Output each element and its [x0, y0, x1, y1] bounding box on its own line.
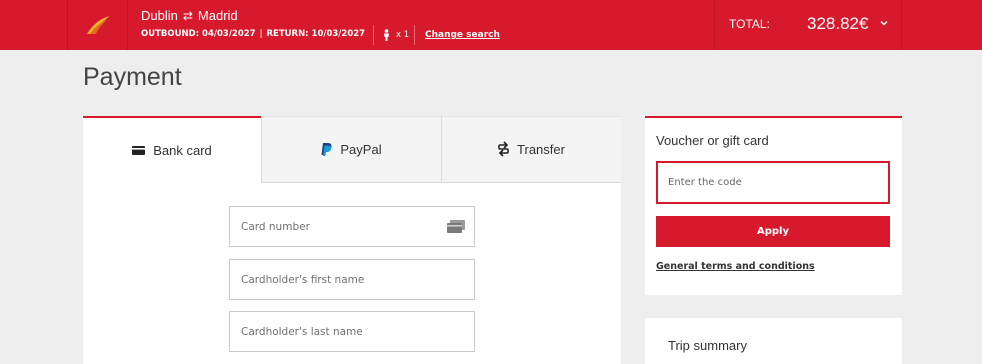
voucher-code-input[interactable]: [658, 163, 888, 202]
voucher-panel: Voucher or gift card Apply General terms…: [645, 116, 902, 295]
total-label: TOTAL:: [729, 17, 770, 31]
trip-summary-title: Trip summary: [668, 338, 747, 353]
last-name-field[interactable]: [229, 311, 475, 352]
paypal-icon: [321, 143, 332, 156]
date-separator: |: [259, 29, 263, 39]
chevron-down-icon: [880, 20, 888, 26]
voucher-code-field[interactable]: [656, 161, 890, 204]
credit-card-icon: [132, 146, 146, 155]
first-name-field[interactable]: [229, 259, 475, 300]
tab-label: Transfer: [517, 142, 565, 157]
passenger-count-value: x 1: [396, 30, 410, 40]
airline-logo-icon: [87, 16, 110, 34]
apply-button[interactable]: Apply: [656, 216, 890, 247]
destination-city: Madrid: [197, 8, 238, 23]
passenger-count: x 1: [373, 25, 409, 45]
terms-link[interactable]: General terms and conditions: [656, 261, 815, 272]
swap-arrows-icon: ⇄: [182, 8, 193, 23]
tab-label: Bank card: [153, 143, 212, 158]
card-number-field[interactable]: [229, 206, 475, 247]
card-icon: [447, 220, 465, 233]
payment-tabs: Bank card PayPal Transfer: [83, 116, 621, 183]
voucher-title: Voucher or gift card: [656, 133, 769, 148]
card-number-input[interactable]: [230, 207, 474, 246]
outbound-date: OUTBOUND: 04/03/2027: [141, 29, 256, 39]
last-name-input[interactable]: [230, 312, 474, 351]
return-date: RETURN: 10/03/2027: [266, 29, 366, 39]
total-value: 328.82€: [807, 14, 869, 33]
trip-summary-panel[interactable]: Trip summary: [645, 318, 902, 364]
change-search-link[interactable]: Change search: [414, 25, 500, 45]
flight-dates: OUTBOUND: 04/03/2027 | RETURN: 10/03/202…: [141, 29, 365, 39]
transfer-icon: [498, 140, 509, 157]
origin-city: Dublin: [141, 8, 178, 23]
page-title: Payment: [83, 63, 182, 91]
tab-paypal[interactable]: PayPal: [261, 116, 441, 183]
tab-label: PayPal: [340, 142, 382, 157]
first-name-input[interactable]: [230, 260, 474, 299]
logo[interactable]: [67, 0, 128, 50]
payment-panel: Bank card PayPal Transfer: [83, 116, 621, 364]
tab-transfer[interactable]: Transfer: [441, 116, 621, 183]
header-bar: Dublin ⇄ Madrid OUTBOUND: 04/03/2027 | R…: [0, 0, 982, 50]
route-summary: Dublin ⇄ Madrid: [141, 8, 238, 23]
total-price-toggle[interactable]: TOTAL: 328.82€: [714, 0, 902, 50]
tab-bank-card[interactable]: Bank card: [83, 116, 261, 183]
person-icon: [384, 29, 389, 41]
